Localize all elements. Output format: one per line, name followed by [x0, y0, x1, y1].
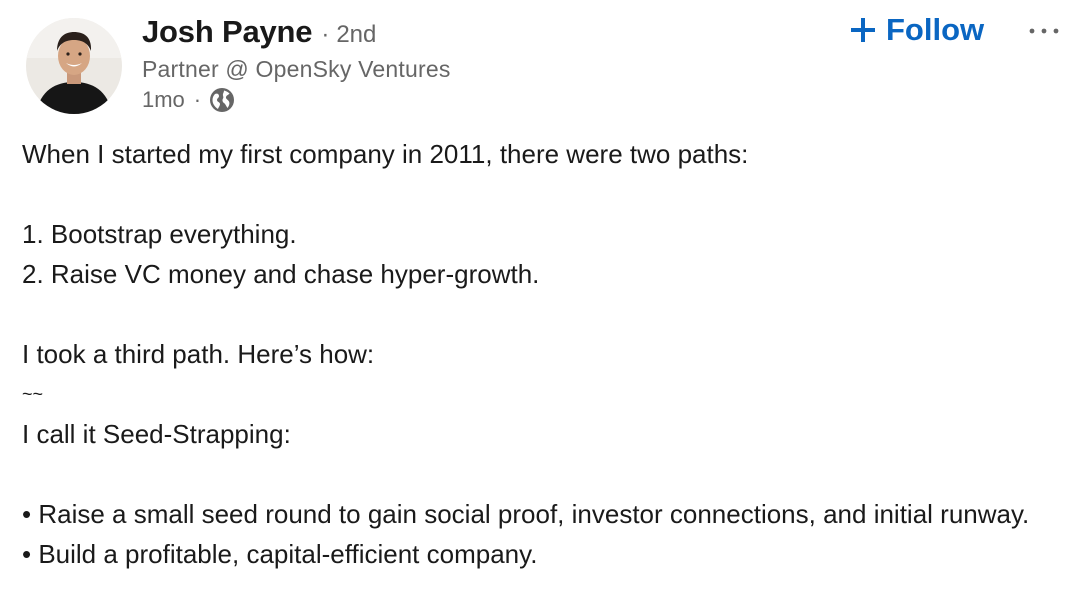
post-meta: 1mo · — [142, 87, 235, 113]
avatar-photo-icon — [26, 18, 122, 114]
degree-separator: · — [321, 21, 330, 48]
post-time: 1mo — [142, 87, 185, 112]
follow-button[interactable]: Follow — [850, 12, 984, 48]
author-name[interactable]: Josh Payne — [142, 14, 313, 50]
follow-label: Follow — [886, 12, 985, 47]
post-body: When I started my first company in 2011,… — [22, 134, 1052, 574]
post-line: ~~ — [22, 384, 44, 404]
post-line-blank — [22, 174, 1052, 214]
post-line: When I started my first company in 2011,… — [22, 139, 749, 169]
post-line: • Raise a small seed round to gain socia… — [22, 499, 1030, 529]
post-line-blank — [22, 294, 1052, 334]
connection-degree: 2nd — [336, 21, 377, 48]
post-line: I call it Seed-Strapping: — [22, 419, 291, 449]
more-horizontal-icon — [1029, 28, 1059, 34]
plus-icon — [850, 17, 876, 43]
author-avatar[interactable] — [26, 18, 122, 114]
globe-icon — [209, 87, 235, 113]
post-line: 2. Raise VC money and chase hyper-growth… — [22, 259, 540, 289]
feed-post: Josh Payne · 2nd Partner @ OpenSky Ventu… — [0, 0, 1070, 600]
post-line: 1. Bootstrap everything. — [22, 219, 297, 249]
author-name-row: Josh Payne · 2nd — [142, 14, 376, 50]
post-line-blank — [22, 454, 1052, 494]
post-line: I took a third path. Here’s how: — [22, 339, 375, 369]
author-headline: Partner @ OpenSky Ventures — [142, 56, 451, 82]
more-options-button[interactable] — [1024, 18, 1064, 44]
post-line: • Build a profitable, capital-efficient … — [22, 539, 538, 569]
meta-separator: · — [193, 87, 202, 112]
